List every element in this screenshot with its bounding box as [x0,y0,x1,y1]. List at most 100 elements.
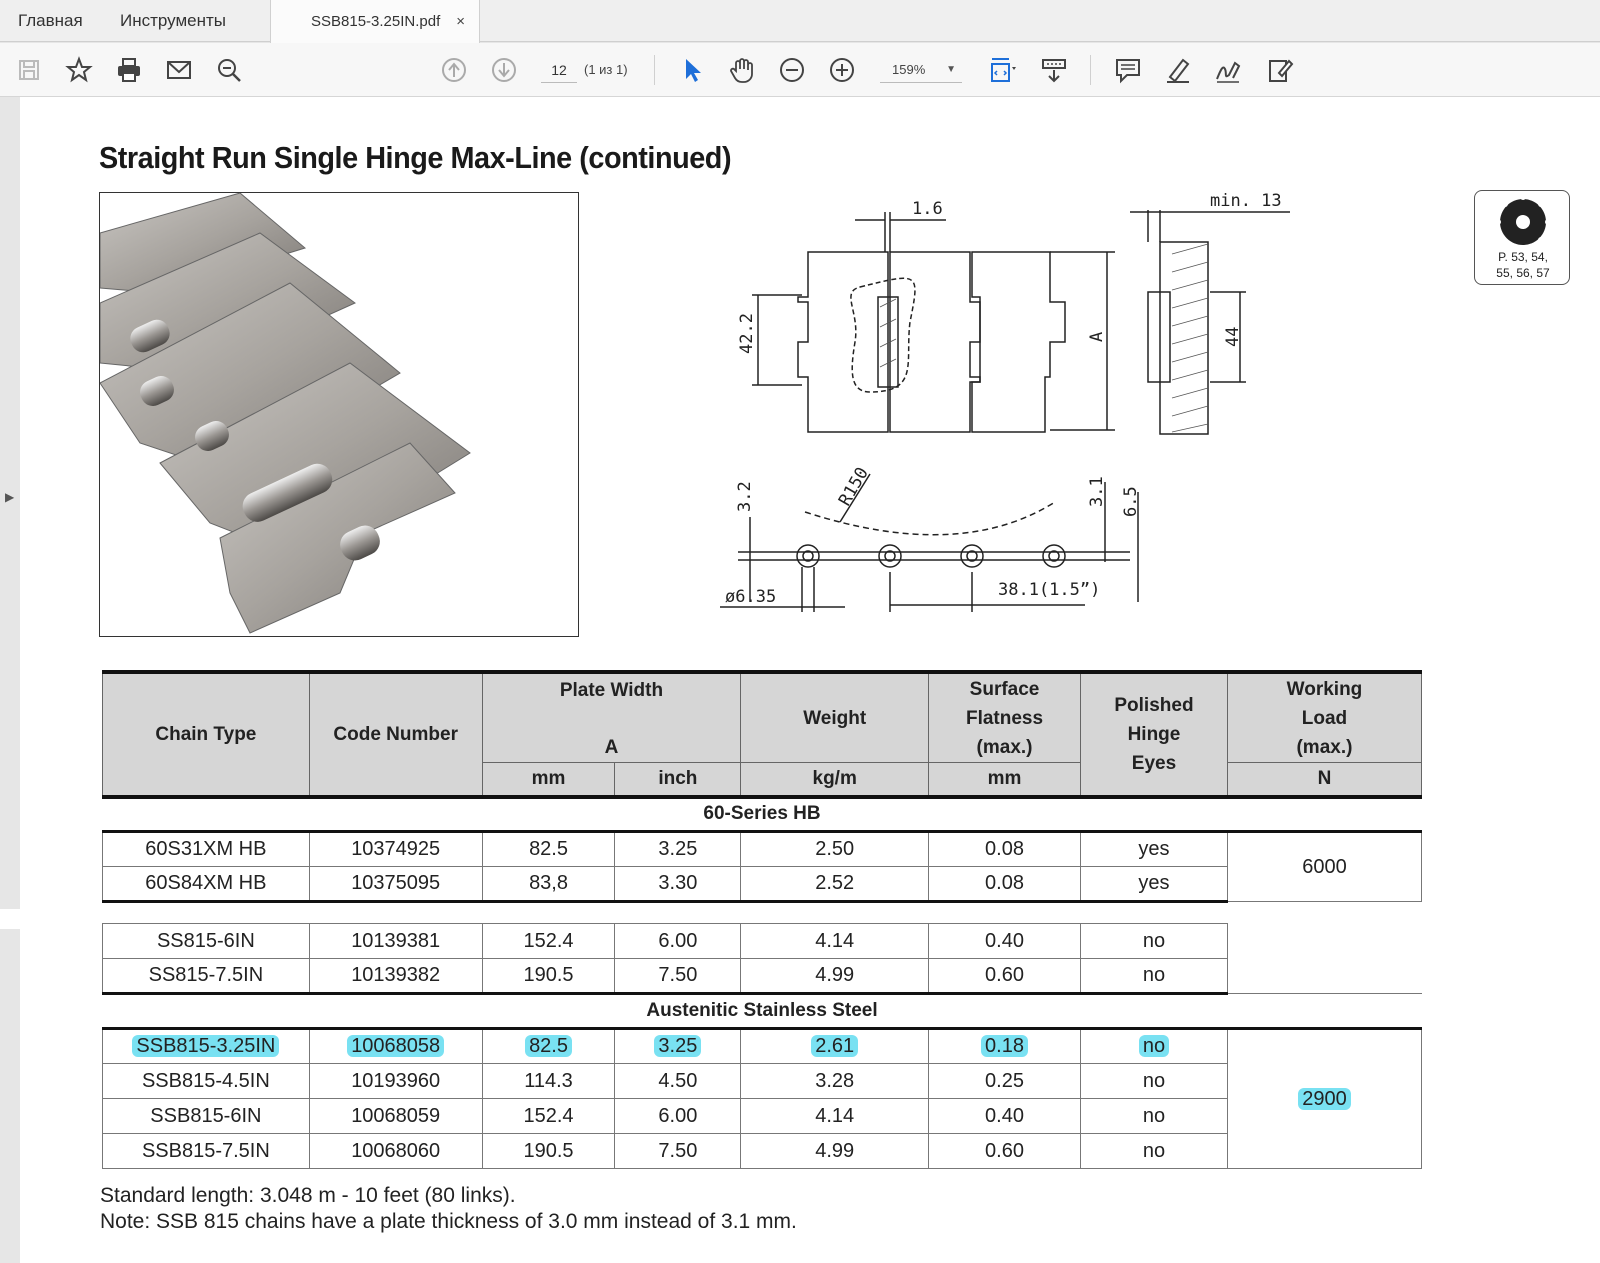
zoom-select[interactable]: 159% ▼ [880,57,962,83]
cell-flatness: 0.18 [928,1028,1081,1064]
dim-label: 1.6 [912,199,943,219]
cell-weight: 2.50 [740,831,930,867]
cell-flatness: 0.40 [928,1098,1081,1134]
page-number-input[interactable]: 12 [541,57,577,83]
highlight: 2900 [1298,1087,1351,1110]
tab-document[interactable]: SSB815-3.25IN.pdf × [270,0,480,43]
scroll-mode-icon[interactable] [1036,52,1072,88]
side-panel-toggle[interactable]: ▶ [0,97,20,1263]
cell-polished: no [1079,1133,1228,1169]
print-icon[interactable] [111,52,147,88]
spacer-row [103,902,1422,924]
badge-line: 55, 56, 57 [1496,266,1550,280]
header-polished-hinge-eyes: Polished Hinge Eyes [1079,672,1228,797]
zoom-value: 159% [892,62,926,77]
cell-flatness: 0.08 [928,866,1081,903]
section-row: 60-Series HB [102,796,1422,833]
product-photo [99,192,579,637]
cell-inch: 6.00 [614,1098,742,1134]
chevron-right-icon[interactable]: ▶ [5,490,14,504]
cell-inch: 7.50 [614,958,742,995]
tab-home[interactable]: Главная [0,0,101,42]
chevron-down-icon: ▼ [946,64,956,75]
cell-code: 10139381 [308,923,483,959]
cell-chain-type: 60S31XM HB [102,831,310,867]
highlight: no [1138,1035,1170,1057]
cell-code: 10068059 [308,1098,483,1134]
pdf-page: Straight Run Single Hinge Max-Line (cont… [20,97,1600,1263]
tab-tools[interactable]: Инструменты [102,0,244,42]
cell-mm: 152.4 [481,923,616,959]
sign-icon[interactable] [1210,52,1246,88]
dim-label: ø6.35 [725,587,776,607]
cell-weight: 4.99 [740,958,930,995]
bookmark-star-icon[interactable] [61,52,97,88]
cell-polished: no [1079,923,1228,959]
dim-label: 44 [1223,327,1243,347]
header-plate-width: Plate Width A [481,672,742,763]
header-plate-width-sub: A [604,737,619,758]
header-weight: Weight [740,672,930,763]
mail-icon[interactable] [161,52,197,88]
table-row-highlighted: SSB815-3.25IN 10068058 82.5 3.25 2.61 0.… [102,1028,1423,1169]
unit-mm: mm [928,762,1081,797]
hand-icon[interactable] [724,52,760,88]
highlight: 3.25 [654,1035,702,1057]
cell-chain-type: SSB815-4.5IN [102,1063,310,1099]
highlight: 2.61 [811,1035,859,1057]
cell-flatness: 0.25 [928,1063,1081,1099]
sprocket-icon [1495,194,1551,245]
notes: Standard length: 3.048 m - 10 feet (80 l… [100,1183,797,1235]
table-row: 60S84XM HB 10375095 83,8 3.30 2.52 0.08 … [102,866,1422,903]
cell-inch: 3.25 [614,1028,742,1064]
cell-chain-type: SS815-6IN [102,923,310,959]
header-working-load: Working Load (max.) [1226,672,1423,763]
close-icon[interactable]: × [456,0,465,44]
cell-flatness: 0.40 [928,923,1081,959]
cell-chain-type: SS815-7.5IN [102,958,310,995]
cell-code: 10139382 [308,958,483,995]
cell-mm: 83,8 [481,866,616,903]
fit-page-icon[interactable] [984,52,1020,88]
select-cursor-icon[interactable] [674,52,710,88]
cell-flatness: 0.08 [928,831,1081,867]
cell-working-load: 2900 [1226,1028,1423,1169]
zoom-in-icon[interactable] [824,52,860,88]
cell-mm: 152.4 [481,1098,616,1134]
unit-n: N [1226,762,1423,797]
badge-line: P. 53, 54, [1498,250,1548,264]
cell-polished: no [1079,1028,1228,1064]
chain-spec-table: Chain Type Code Number Plate Width A Wei… [102,670,1423,1169]
cell-chain-type: 60S84XM HB [102,866,310,903]
section-row: Austenitic Stainless Steel [102,993,1422,1030]
tab-bar: Главная Инструменты SSB815-3.25IN.pdf × [0,0,1600,43]
dim-label: min. 13 [1210,192,1282,211]
highlight: 82.5 [525,1035,572,1057]
table-row: 60S31XM HB 10374925 82.5 3.25 2.50 0.08 … [102,831,1423,902]
save-icon[interactable] [11,52,47,88]
toolbar: 12 (1 из 1) 159% ▼ [0,43,1600,97]
cell-mm: 82.5 [481,1028,616,1064]
cell-code: 10068058 [308,1028,483,1064]
header-plate-width-label: Plate Width [559,680,664,701]
unit-mm: mm [481,762,616,797]
cell-mm: 190.5 [481,958,616,995]
page-count: (1 из 1) [584,62,628,77]
cell-inch: 3.30 [614,866,742,903]
cell-inch: 4.50 [614,1063,742,1099]
page-down-icon[interactable] [486,52,522,88]
cell-chain-type: SSB815-6IN [102,1098,310,1134]
cell-code: 10193960 [308,1063,483,1099]
cell-weight: 4.14 [740,1098,930,1134]
highlight-pen-icon[interactable] [1160,52,1196,88]
fill-sign-icon[interactable] [1262,52,1298,88]
cell-weight: 4.14 [740,923,930,959]
cell-inch: 3.25 [614,831,742,867]
comment-icon[interactable] [1110,52,1146,88]
zoom-search-icon[interactable] [211,52,247,88]
cell-polished: no [1079,1063,1228,1099]
header-chain-type: Chain Type [102,672,310,797]
cell-working-load: 6000 [1226,831,1423,902]
zoom-out-icon[interactable] [774,52,810,88]
page-up-icon[interactable] [436,52,472,88]
